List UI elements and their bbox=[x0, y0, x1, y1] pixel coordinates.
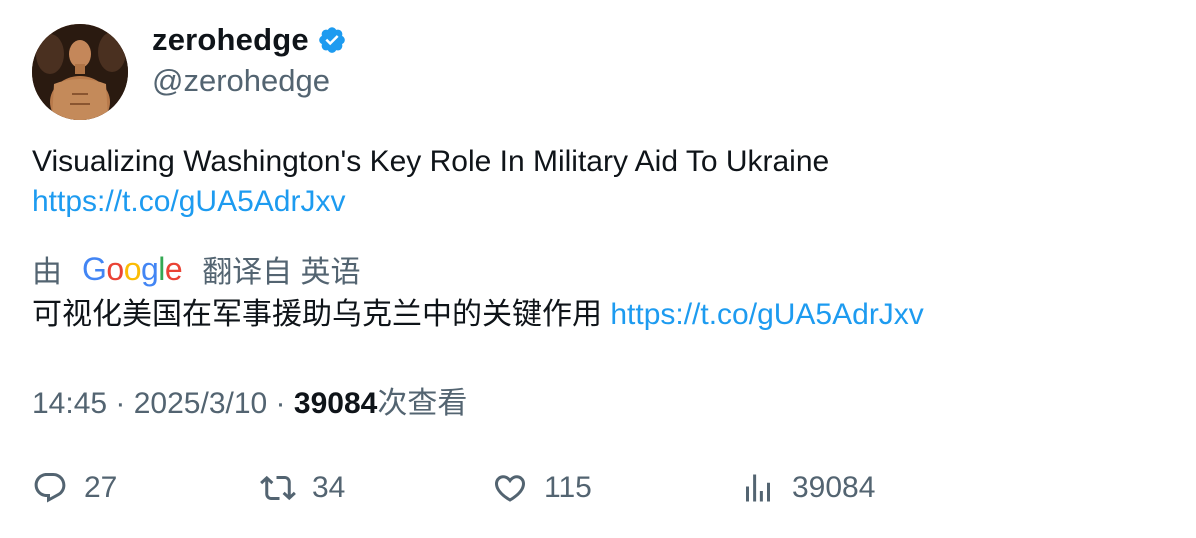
retweet-button[interactable]: 34 bbox=[260, 470, 345, 506]
views-button[interactable]: 39084 bbox=[740, 470, 875, 506]
retweet-count: 34 bbox=[312, 471, 346, 504]
meta-separator: · bbox=[267, 387, 294, 420]
reply-count: 27 bbox=[84, 471, 118, 504]
like-button[interactable]: 115 bbox=[492, 470, 592, 506]
tweet-date[interactable]: 2025/3/10 bbox=[134, 387, 267, 420]
translated-text: 可视化美国在军事援助乌克兰中的关键作用 https://t.co/gUA5Adr… bbox=[32, 295, 924, 335]
author-handle[interactable]: @zerohedge bbox=[152, 63, 330, 99]
author-name-row: zerohedge bbox=[152, 22, 347, 58]
verified-badge-icon bbox=[319, 27, 345, 53]
views-label: 次查看 bbox=[377, 387, 468, 420]
tweet-text: Visualizing Washington's Key Role In Mil… bbox=[32, 142, 829, 222]
translated-link[interactable]: https://t.co/gUA5AdrJxv bbox=[610, 298, 923, 331]
views-count: 39084 bbox=[293, 387, 378, 420]
like-count: 115 bbox=[544, 471, 592, 504]
meta-separator: · bbox=[107, 387, 134, 420]
author-avatar[interactable] bbox=[32, 24, 128, 120]
action-bar: 27 34 115 39084 bbox=[32, 470, 1032, 514]
retweet-icon bbox=[260, 475, 296, 501]
translation-prefix: 由 bbox=[32, 256, 62, 289]
tweet-link[interactable]: https://t.co/gUA5AdrJxv bbox=[32, 182, 829, 222]
reply-icon bbox=[34, 473, 66, 503]
views-action-count: 39084 bbox=[792, 471, 876, 504]
tweet-meta: 14:45 · 2025/3/10 · 39084次查看 bbox=[32, 384, 467, 424]
translation-suffix[interactable]: 翻译自 英语 bbox=[202, 247, 360, 291]
google-logo: Google bbox=[82, 250, 183, 287]
tweet-time[interactable]: 14:45 bbox=[32, 387, 107, 420]
tweet-body: Visualizing Washington's Key Role In Mil… bbox=[32, 145, 830, 178]
translation-attribution: 由 Google 翻译自 英语 bbox=[32, 247, 361, 291]
views-chart-icon bbox=[746, 474, 770, 502]
author-display-name[interactable]: zerohedge bbox=[152, 22, 309, 58]
heart-icon bbox=[494, 475, 526, 502]
reply-button[interactable]: 27 bbox=[32, 470, 117, 506]
translated-body: 可视化美国在军事援助乌克兰中的关键作用 bbox=[32, 298, 602, 331]
